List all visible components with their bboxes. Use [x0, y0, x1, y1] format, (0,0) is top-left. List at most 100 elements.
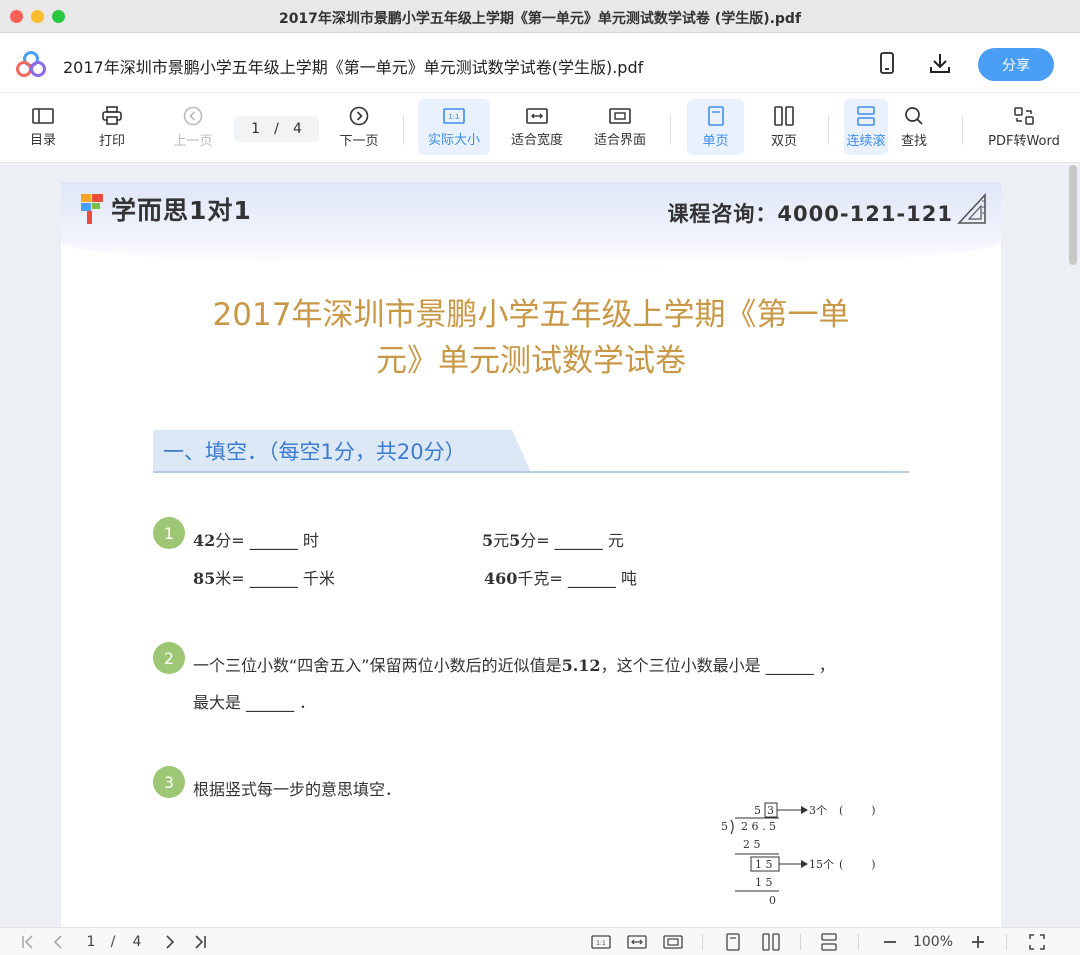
actual-size-button[interactable]: 1:1 实际大小 — [418, 99, 490, 155]
mobile-icon — [880, 52, 894, 74]
download-button[interactable] — [926, 49, 954, 77]
find-button[interactable]: 查找 — [892, 99, 936, 155]
long-division-diagram: 5 3 3个 ( ) 5 2 6 . 5 2 5 1 5 15个 () 1 5… — [721, 802, 876, 907]
division-bracket — [730, 819, 734, 835]
document-viewer[interactable]: 学而思1对1 课程咨询：4000-121-121 2017年深圳市景鹏小学五年级… — [0, 165, 1080, 927]
last-page-icon — [195, 935, 206, 949]
hotline-text: 课程咨询：4000-121-121 — [667, 202, 953, 226]
prev-page-button[interactable]: 上一页 — [168, 99, 218, 155]
question-number-1: 1 — [153, 517, 185, 549]
paper-title: 2017年深圳市景鹏小学五年级上学期《第一单 元》单元测试数学试卷 — [61, 292, 1001, 384]
actual-size-icon: 1:1 — [591, 935, 611, 949]
continuous-scroll-icon — [857, 105, 875, 126]
actual-size-icon: 1:1 — [443, 107, 465, 124]
plus-icon — [972, 936, 984, 948]
paper-title-line-1: 2017年深圳市景鹏小学五年级上学期《第一单 — [212, 297, 850, 333]
first-page-icon — [22, 935, 33, 949]
print-label: 打印 — [98, 133, 125, 149]
bottom-current-page[interactable]: 1 — [82, 932, 100, 952]
division-remainder: 1 5 — [755, 858, 773, 871]
division-quotient-boxed: 3 — [767, 804, 774, 817]
next-page-label: 下一页 — [339, 133, 379, 149]
double-page-button[interactable]: 双页 — [760, 99, 808, 155]
question-number-2: 2 — [153, 642, 185, 674]
fullscreen-button[interactable] — [1026, 932, 1048, 952]
annotation-1: 3个 — [809, 804, 827, 817]
bottom-single-page-button[interactable] — [722, 932, 744, 952]
share-button[interactable]: 分享 — [978, 48, 1054, 81]
current-page[interactable]: 1 — [251, 121, 260, 137]
chevron-right-icon — [166, 935, 175, 949]
q1-b-text: 分= ______ 元 — [520, 531, 624, 550]
print-button[interactable]: 打印 — [90, 99, 134, 155]
q1-b-value: 5 — [482, 531, 494, 550]
zoom-out-button[interactable] — [880, 932, 900, 952]
bottom-double-page-button[interactable] — [760, 932, 782, 952]
q2-text-b: ，这个三位小数最小是 ______ ， — [600, 656, 835, 675]
pdf-page: 学而思1对1 课程咨询：4000-121-121 2017年深圳市景鹏小学五年级… — [61, 182, 1001, 927]
actual-size-label: 实际大小 — [427, 132, 480, 148]
bottom-prev-button[interactable] — [48, 932, 68, 952]
search-icon — [905, 106, 923, 125]
fit-page-icon — [663, 935, 683, 949]
fit-width-icon — [526, 107, 548, 124]
bottom-total-pages: 4 — [132, 934, 142, 950]
pdf-viewer-window: 2017年深圳市景鹏小学五年级上学期《第一单元》单元测试数学试卷 (学生版).p… — [0, 0, 1080, 955]
division-dividend: 2 6 . 5 — [741, 820, 776, 833]
continuous-scroll-button[interactable]: 连续滚 — [844, 99, 888, 155]
zoom-in-button[interactable] — [968, 932, 988, 952]
fit-width-label: 适合宽度 — [510, 132, 563, 148]
bottom-fit-page-button[interactable] — [662, 932, 684, 952]
bottom-actual-size-button[interactable]: 1:1 — [590, 932, 612, 952]
single-page-button[interactable]: 单页 — [687, 99, 744, 155]
page-indicator[interactable]: 1 / 4 — [234, 116, 319, 142]
find-label: 查找 — [900, 133, 927, 149]
brand-name: 学而思1对1 — [111, 196, 252, 225]
division-step-1: 2 5 — [743, 838, 761, 851]
printer-icon — [102, 105, 122, 125]
last-page-button[interactable] — [190, 932, 210, 952]
window-title: 2017年深圳市景鹏小学五年级上学期《第一单元》单元测试数学试卷 (学生版).p… — [278, 11, 802, 27]
bottom-continuous-button[interactable] — [818, 932, 840, 952]
fit-page-button[interactable]: 适合界面 — [588, 99, 652, 155]
q1-item-c: 85米= ______ 千米 — [193, 565, 335, 589]
brand-mark-icon — [81, 194, 103, 224]
q1-d-value: 460 — [484, 569, 518, 588]
pdf-to-word-button[interactable]: PDF转Word — [982, 99, 1066, 155]
double-page-icon — [774, 105, 794, 126]
vertical-scrollbar[interactable] — [1069, 165, 1077, 265]
q2-value: 5.12 — [561, 656, 601, 675]
pdf-to-word-label: PDF转Word — [988, 133, 1060, 149]
download-icon — [930, 54, 950, 73]
toolbar-divider — [828, 115, 829, 145]
q1-b-unit: 元 — [493, 531, 510, 550]
bottom-fit-width-button[interactable] — [626, 932, 648, 952]
double-page-label: 双页 — [770, 133, 797, 149]
fit-page-label: 适合界面 — [593, 132, 646, 148]
question-number-3: 3 — [153, 766, 185, 798]
next-page-button[interactable]: 下一页 — [334, 99, 384, 155]
zoom-level[interactable]: 100% — [908, 932, 958, 952]
total-pages: 4 — [292, 121, 302, 137]
division-step-2: 1 5 — [755, 876, 773, 889]
arrow-head-2 — [801, 860, 808, 868]
triangle-ruler-icon — [957, 193, 986, 224]
document-title: 2017年深圳市景鹏小学五年级上学期《第一单元》单元测试数学试卷(学生版).pd… — [63, 58, 644, 77]
bottom-divider — [858, 934, 859, 950]
q2-line-2: 最大是 ______ ． — [193, 693, 316, 712]
minus-icon — [884, 941, 896, 943]
bottom-divider — [702, 934, 703, 950]
first-page-button[interactable] — [18, 932, 38, 952]
single-page-label: 单页 — [702, 133, 729, 149]
q1-item-a: 42分= ______ 时 — [193, 527, 319, 551]
mobile-button[interactable] — [873, 49, 901, 77]
bottom-divider — [800, 934, 801, 950]
q2-text-a: 一个三位小数“四舍五入”保留两位小数后的近似值是 — [193, 656, 562, 675]
section-underline — [153, 471, 909, 473]
toc-button[interactable]: 目录 — [22, 99, 64, 155]
q1-item-d: 460千克= ______ 吨 — [484, 565, 637, 589]
prev-page-label: 上一页 — [173, 133, 213, 149]
bottom-next-button[interactable] — [160, 932, 180, 952]
fit-width-button[interactable]: 适合宽度 — [505, 99, 569, 155]
toolbar: 目录 打印 上一页 1 / 4 下一页 1:1 实际大小 适合宽度 适合界面 单… — [0, 93, 1080, 163]
